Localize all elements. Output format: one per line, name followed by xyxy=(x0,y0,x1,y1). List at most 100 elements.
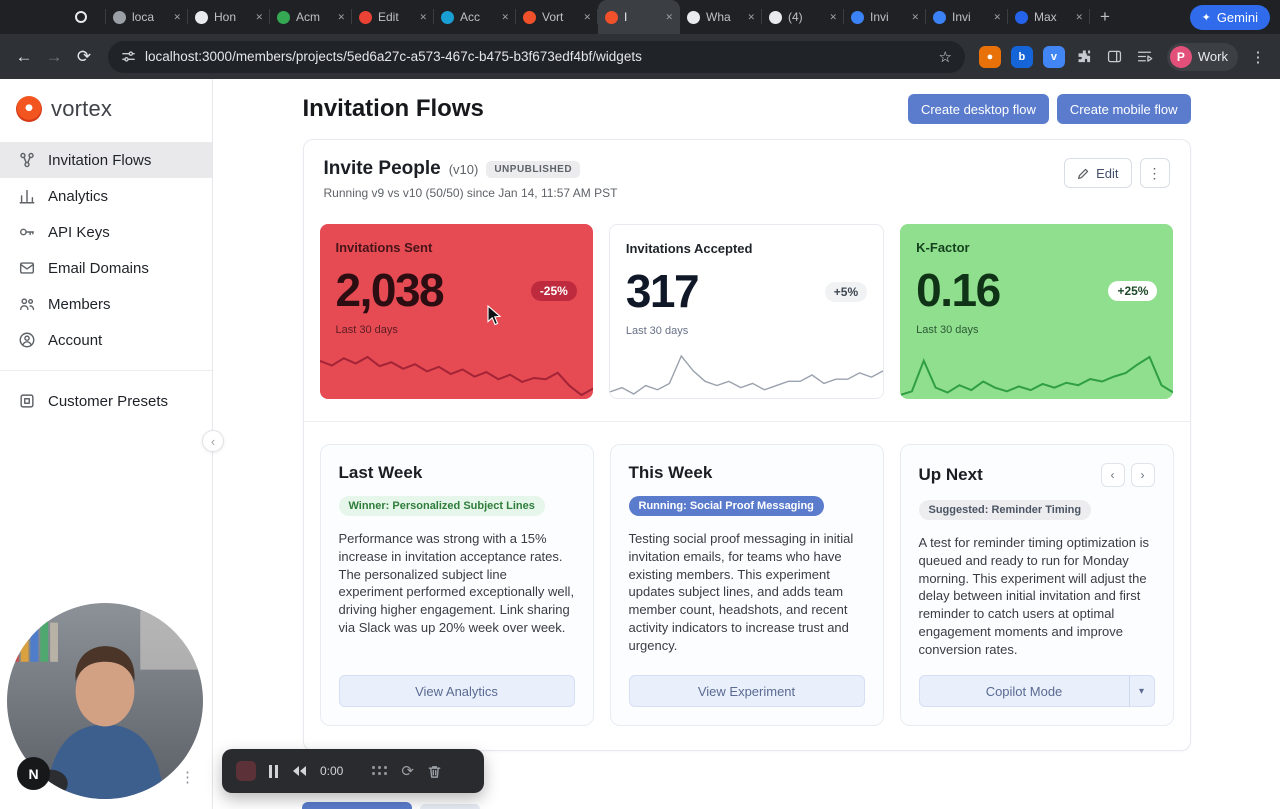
key-icon xyxy=(19,228,35,236)
browser-tab[interactable]: Invi ✕ xyxy=(926,0,1008,34)
browser-tab[interactable]: Acc ✕ xyxy=(434,0,516,34)
forward-button[interactable]: → xyxy=(40,43,68,71)
extension-icon[interactable]: b xyxy=(1010,45,1033,68)
insight-body: Testing social proof messaging in initia… xyxy=(628,531,854,653)
create-mobile-flow-button[interactable]: Create mobile flow xyxy=(1056,94,1191,124)
flow-menu-icon[interactable]: ⋮ xyxy=(1139,158,1170,188)
tab-close-icon[interactable]: ✕ xyxy=(419,12,427,23)
extension-icon[interactable]: ● xyxy=(978,45,1001,68)
flow-version: (v10) xyxy=(448,161,479,177)
tab-title: Acc xyxy=(460,10,481,24)
sidebar-item-api-keys[interactable]: API Keys xyxy=(0,214,212,250)
browser-menu-icon[interactable]: ⋮ xyxy=(1246,48,1270,66)
extensions-puzzle-icon[interactable] xyxy=(1071,43,1099,71)
partially-visible-button[interactable] xyxy=(302,802,412,809)
browser-tab[interactable]: Vort ✕ xyxy=(516,0,598,34)
prev-suggestion-button[interactable]: ‹ xyxy=(1100,463,1125,487)
copilot-mode-button[interactable]: Copilot Mode xyxy=(918,675,1129,707)
metric-card-k-factor[interactable]: K-Factor 0.16 +25% Last 30 days xyxy=(900,224,1174,399)
flow-title: Invite People xyxy=(323,158,441,179)
sidebar-item-customer-presets[interactable]: Customer Presets xyxy=(0,383,212,419)
bar-chart-icon xyxy=(19,189,35,204)
create-desktop-flow-button[interactable]: Create desktop flow xyxy=(907,94,1049,124)
metric-title: K-Factor xyxy=(916,240,970,255)
tab-close-icon[interactable]: ✕ xyxy=(255,12,263,23)
sidebar-item-account[interactable]: Account xyxy=(0,322,212,358)
sparkline-chart xyxy=(320,351,593,399)
metric-card-invitations-sent[interactable]: Invitations Sent 2,038 -25% Last 30 days xyxy=(319,224,593,399)
browser-toolbar: ← → ⟳ localhost:3000/members/projects/5e… xyxy=(0,34,1280,79)
tab-close-icon[interactable]: ✕ xyxy=(911,12,919,23)
browser-tab[interactable]: loca ✕ xyxy=(106,0,188,34)
metric-period: Last 30 days xyxy=(916,324,979,336)
tab-close-icon[interactable]: ✕ xyxy=(829,12,837,23)
site-controls-icon[interactable] xyxy=(121,49,136,64)
avatar: P xyxy=(1169,45,1192,68)
browser-tab[interactable]: Hon ✕ xyxy=(188,0,270,34)
view-analytics-button[interactable]: View Analytics xyxy=(338,675,575,707)
tab-favicon-icon xyxy=(277,10,290,24)
sidebar-item-invitation-flows[interactable]: Invitation Flows xyxy=(0,142,212,178)
webcam-menu-icon[interactable]: ⋮ xyxy=(180,768,195,786)
pause-button[interactable] xyxy=(269,764,278,778)
people-icon xyxy=(19,298,35,311)
tab-favicon-icon xyxy=(113,10,126,24)
edit-button[interactable]: Edit xyxy=(1064,158,1132,188)
profile-name: Work xyxy=(1197,49,1228,64)
rewind-icon[interactable] xyxy=(291,765,307,777)
tab-close-icon[interactable]: ✕ xyxy=(173,12,181,23)
sidebar-item-members[interactable]: Members xyxy=(0,286,212,322)
bookmark-star-icon[interactable]: ☆ xyxy=(938,48,951,66)
logo[interactable]: vortex xyxy=(0,79,212,142)
browser-tab[interactable]: Max ✕ xyxy=(1008,0,1090,34)
tab-close-icon[interactable]: ✕ xyxy=(747,12,755,23)
back-button[interactable]: ← xyxy=(10,43,38,71)
stop-recording-button[interactable] xyxy=(236,761,256,781)
sidebar-divider xyxy=(0,370,212,371)
restart-recording-icon[interactable]: ⟳ xyxy=(401,762,414,780)
browser-tab[interactable]: Invi ✕ xyxy=(844,0,926,34)
side-panel-icon[interactable] xyxy=(1101,43,1129,71)
browser-tab[interactable]: (4) ✕ xyxy=(762,0,844,34)
sidebar-item-label: Account xyxy=(48,331,103,349)
insight-body: Performance was strong with a 15% increa… xyxy=(338,531,575,635)
tab-favicon-icon xyxy=(933,10,946,24)
drag-handle-icon[interactable] xyxy=(372,766,388,776)
tab-close-icon[interactable]: ✕ xyxy=(583,12,591,23)
browser-tab-active[interactable]: I ✕ xyxy=(598,0,680,34)
gemini-button[interactable]: ✦ Gemini xyxy=(1189,4,1270,30)
partially-visible-element xyxy=(420,804,480,809)
reload-button[interactable]: ⟳ xyxy=(70,43,98,71)
flow-card: Invite People (v10) UNPUBLISHED Running … xyxy=(302,139,1191,751)
tab-favicon-icon xyxy=(605,10,618,24)
tab-favicon-icon xyxy=(195,10,208,24)
metric-title: Invitations Accepted xyxy=(625,241,753,256)
media-controls-icon[interactable] xyxy=(1131,43,1159,71)
copilot-mode-dropdown[interactable]: ▾ xyxy=(1128,675,1155,707)
view-experiment-button[interactable]: View Experiment xyxy=(628,675,865,707)
browser-tab[interactable] xyxy=(56,0,106,34)
profile-chip[interactable]: P Work xyxy=(1166,42,1238,71)
sidebar-item-label: Members xyxy=(48,295,111,313)
sidebar-item-label: API Keys xyxy=(48,223,110,241)
metric-card-invitations-accepted[interactable]: Invitations Accepted 317 +5% Last 30 day… xyxy=(608,224,885,399)
browser-tab[interactable]: Edit ✕ xyxy=(352,0,434,34)
tab-close-icon[interactable]: ✕ xyxy=(665,12,673,23)
tab-close-icon[interactable]: ✕ xyxy=(501,12,509,23)
browser-tab[interactable]: Acm ✕ xyxy=(270,0,352,34)
tab-close-icon[interactable]: ✕ xyxy=(993,12,1001,23)
sidebar-item-email-domains[interactable]: Email Domains xyxy=(0,250,212,286)
next-suggestion-button[interactable]: › xyxy=(1130,463,1155,487)
delete-recording-icon[interactable] xyxy=(427,764,442,779)
metric-period: Last 30 days xyxy=(625,325,689,337)
new-tab-button[interactable]: + xyxy=(1090,0,1120,34)
sidebar-item-analytics[interactable]: Analytics xyxy=(0,178,212,214)
address-bar[interactable]: localhost:3000/members/projects/5ed6a27c… xyxy=(108,40,965,73)
extension-icon[interactable]: v xyxy=(1042,45,1065,68)
avatar[interactable]: N xyxy=(17,757,50,790)
tab-close-icon[interactable]: ✕ xyxy=(337,12,345,23)
tab-close-icon[interactable]: ✕ xyxy=(1075,12,1083,23)
browser-tab[interactable]: Wha ✕ xyxy=(680,0,762,34)
tab-title: I xyxy=(624,10,628,24)
sidebar-collapse-button[interactable]: ‹ xyxy=(202,430,224,452)
